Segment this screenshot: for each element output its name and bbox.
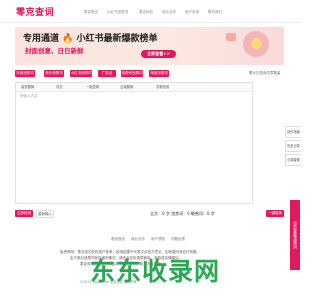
side-guide-button[interactable]: 操作指南 (285, 126, 301, 138)
side-cloud-button[interactable]: 云端替换 (285, 154, 301, 166)
query-count-link[interactable]: 累计已查询文章数量 (249, 71, 281, 76)
footer-link-feedback[interactable]: 问题反馈 (171, 237, 185, 242)
check-button[interactable]: 立即检测 (15, 210, 33, 217)
banner-title: 专用通道 🔥 小红书最新爆款榜单 (23, 34, 158, 44)
tool-cloud-replace[interactable]: 云端替换 (120, 84, 133, 90)
tab-douyin[interactable]: 抖音违禁词 (15, 70, 35, 77)
tool-highlight-replace[interactable]: 高亮替换 (21, 84, 34, 90)
reset-button[interactable]: 重新输入 (36, 210, 54, 218)
tool-copy[interactable]: 一键复制 (86, 84, 99, 90)
tool-word-count[interactable]: 字数检测 (156, 84, 169, 90)
tab-kuaishou[interactable]: 快手违禁词 (44, 70, 64, 77)
nav-item-xhs-words[interactable]: 小红书违禁词 (107, 10, 128, 15)
side-history-button[interactable]: 历史记录 (285, 140, 301, 152)
tab-ad-law[interactable]: 广告法 (98, 70, 116, 77)
footer-link-home[interactable]: 零克首页 (111, 237, 125, 242)
editor-toolbar: 高亮替换 清空 一键复制 云端替换 字数检测 (16, 83, 252, 92)
text-editor[interactable]: 高亮替换 清空 一键复制 云端替换 字数检测 请输入内容 (15, 82, 253, 204)
replace-all-button[interactable]: 一键替换 (266, 210, 284, 217)
tool-clear[interactable]: 清空 (56, 84, 63, 90)
nav-item-contact[interactable]: 联系我们 (208, 10, 222, 15)
promo-banner[interactable]: 专用通道 🔥 小红书最新爆款榜单 封面创意、日日新鲜 立即查看>> (15, 27, 284, 65)
editor-placeholder[interactable]: 请输入内容 (20, 94, 38, 99)
footer-link-terms[interactable]: 用户须知 (151, 237, 165, 242)
floating-check-tab[interactable]: 点击查看违禁词 (290, 200, 300, 270)
nav-item-business[interactable]: 商业合作 (162, 10, 176, 15)
banner-subtitle: 封面创意、日日新鲜 (25, 47, 84, 55)
footer-link-business[interactable]: 商业合作 (131, 237, 145, 242)
nav-item-query[interactable]: 用户查询 (185, 10, 199, 15)
banner-view-button[interactable]: 立即查看>> (141, 50, 176, 58)
nav-item-site[interactable]: 零克网站 (139, 10, 153, 15)
nav-item-home[interactable]: 零克首页 (84, 10, 98, 15)
watermark-text: 东东收录网 (90, 257, 221, 286)
site-logo[interactable]: 零克查词 (16, 5, 54, 18)
top-navigation-bar: 零克查词 零克首页 小红书违禁词 零克网站 商业合作 用户查询 联系我们 (0, 0, 300, 23)
tab-taobao[interactable]: 淘宝违禁词 (149, 70, 169, 77)
tab-xiaohongshu[interactable]: 小红书违禁词 (70, 70, 92, 77)
banner-illustration-accent (251, 38, 262, 49)
detection-stats: 全文：0 字 违禁词：0 敏感词：0 字 (150, 211, 215, 216)
banner-decoration (226, 33, 236, 41)
tab-video-account[interactable]: 视频号违禁词 (121, 70, 143, 77)
